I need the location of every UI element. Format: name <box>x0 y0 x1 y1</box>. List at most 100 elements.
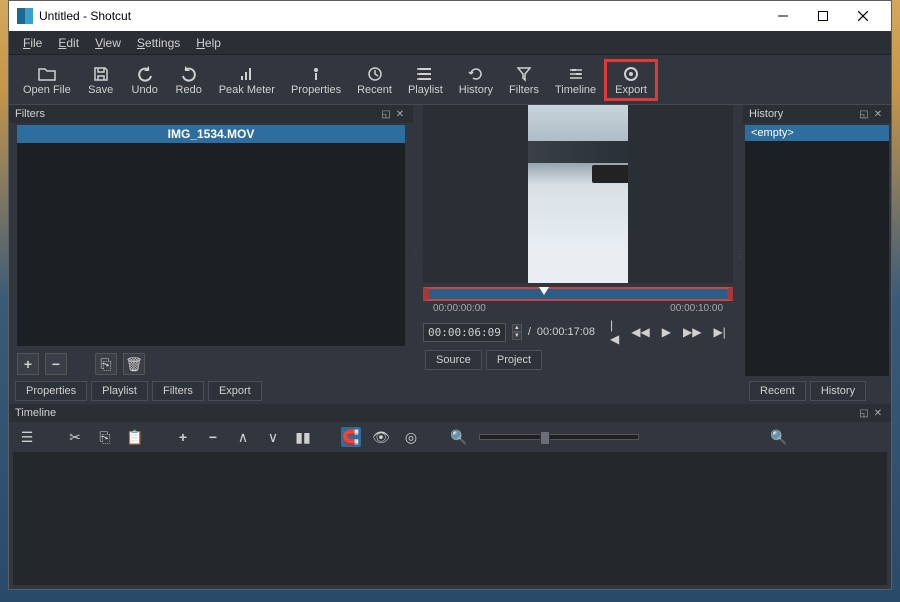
peak-meter-icon <box>239 64 255 84</box>
menu-settings[interactable]: Settings <box>129 36 188 50</box>
window-title: Untitled - Shotcut <box>39 9 131 23</box>
recent-label: Recent <box>357 84 392 96</box>
history-button[interactable]: History <box>451 62 501 98</box>
zoom-slider[interactable] <box>479 434 639 440</box>
overwrite-icon[interactable]: ∨ <box>263 427 283 447</box>
playlist-button[interactable]: Playlist <box>400 62 451 98</box>
timeline-panel: Timeline ◱ ✕ ☰ ✂ ⎘ 📋 + − ∧ ∨ ▮▮ 🧲 👁 ◎ 🔍 … <box>9 404 891 589</box>
history-tabs: Recent History <box>743 378 891 404</box>
undo-button[interactable]: Undo <box>123 62 167 98</box>
filters-button[interactable]: Filters <box>501 62 547 98</box>
skip-start-button[interactable]: |◀ <box>607 318 622 346</box>
rewind-button[interactable]: ◀◀ <box>628 325 652 339</box>
append-icon[interactable]: + <box>173 427 193 447</box>
playlist-icon <box>417 64 433 84</box>
tab-recent[interactable]: Recent <box>749 381 806 401</box>
panel-detach-icon[interactable]: ◱ <box>857 406 871 420</box>
menu-edit[interactable]: Edit <box>50 36 87 50</box>
peak-meter-button[interactable]: Peak Meter <box>211 62 283 98</box>
save-label: Save <box>88 84 113 96</box>
history-list[interactable]: <empty> <box>745 125 889 376</box>
ripple-icon[interactable]: ◎ <box>401 427 421 447</box>
history-item[interactable]: <empty> <box>745 125 889 141</box>
filters-icon <box>516 64 532 84</box>
save-icon <box>93 64 109 84</box>
scrub-labels: 00:00:00:00 00:00:10:00 <box>423 301 733 316</box>
menu-file[interactable]: File <box>15 36 50 50</box>
maximize-button[interactable] <box>803 4 843 28</box>
menu-view[interactable]: View <box>87 36 129 50</box>
scrub-preview-icon[interactable]: 👁 <box>371 427 391 447</box>
duration: 00:00:17:08 <box>537 326 595 338</box>
filters-label: Filters <box>509 84 539 96</box>
scrub-area: 00:00:00:00 00:00:10:00 <box>419 283 737 317</box>
tab-history[interactable]: History <box>810 381 866 401</box>
fast-forward-button[interactable]: ▶▶ <box>680 325 704 339</box>
copy-icon[interactable]: ⎘ <box>95 427 115 447</box>
tab-properties[interactable]: Properties <box>15 381 87 401</box>
play-button[interactable]: ▶ <box>659 325 674 339</box>
playhead-icon[interactable] <box>539 287 549 295</box>
tab-filters[interactable]: Filters <box>152 381 204 401</box>
filters-panel: Filters ◱ ✕ IMG_1534.MOV + − ⎘ 🗑 Propert… <box>9 105 413 404</box>
app-icon <box>17 8 33 24</box>
app-window: Untitled - Shotcut FileEditViewSettingsH… <box>8 0 892 590</box>
split-icon[interactable]: ▮▮ <box>293 427 313 447</box>
remove-icon[interactable]: − <box>203 427 223 447</box>
panel-close-icon[interactable]: ✕ <box>871 406 885 420</box>
zoom-in-icon[interactable]: 🔍 <box>769 427 789 447</box>
copy-filter-button[interactable]: ⎘ <box>95 353 117 375</box>
timeline-tracks[interactable] <box>13 452 887 585</box>
panel-close-icon[interactable]: ✕ <box>393 107 407 121</box>
close-button[interactable] <box>843 4 883 28</box>
paste-icon[interactable]: 📋 <box>125 427 145 447</box>
zoom-out-icon[interactable]: 🔍 <box>449 427 469 447</box>
recent-button[interactable]: Recent <box>349 62 400 98</box>
timeline-title: Timeline <box>15 407 56 419</box>
timecode-stepper[interactable]: ▲▼ <box>512 324 522 340</box>
tab-project[interactable]: Project <box>486 350 542 370</box>
open-file-button[interactable]: Open File <box>15 62 79 98</box>
tab-playlist[interactable]: Playlist <box>91 381 148 401</box>
save-button[interactable]: Save <box>79 62 123 98</box>
undo-icon <box>137 64 153 84</box>
filters-header: Filters ◱ ✕ <box>9 105 413 123</box>
properties-label: Properties <box>291 84 341 96</box>
properties-icon <box>308 64 324 84</box>
snap-icon[interactable]: 🧲 <box>341 427 361 447</box>
panel-detach-icon[interactable]: ◱ <box>857 107 871 121</box>
filter-item[interactable]: IMG_1534.MOV <box>17 125 405 143</box>
current-time[interactable]: 00:00:06:09 <box>423 323 506 342</box>
history-title: History <box>749 108 783 120</box>
cut-icon[interactable]: ✂ <box>65 427 85 447</box>
toolbar: Open File Save UndoRedoPeak Meter Propertie… <box>9 55 891 105</box>
menu-icon[interactable]: ☰ <box>17 427 37 447</box>
zoom-handle[interactable] <box>540 431 550 445</box>
export-button[interactable]: Export <box>604 59 658 101</box>
add-filter-button[interactable]: + <box>17 353 39 375</box>
tab-export[interactable]: Export <box>208 381 262 401</box>
paste-filter-button[interactable]: 🗑 <box>123 353 145 375</box>
redo-icon <box>181 64 197 84</box>
filters-list[interactable]: IMG_1534.MOV <box>17 125 405 346</box>
skip-end-button[interactable]: ▶| <box>710 325 728 339</box>
main-area: Filters ◱ ✕ IMG_1534.MOV + − ⎘ 🗑 Propert… <box>9 105 891 404</box>
properties-button[interactable]: Properties <box>283 62 349 98</box>
menu-help[interactable]: Help <box>188 36 229 50</box>
scrub-end: 00:00:10:00 <box>670 303 723 314</box>
timeline-button[interactable]: Timeline <box>547 62 604 98</box>
left-tabs: PropertiesPlaylistFiltersExport <box>9 378 413 404</box>
panel-detach-icon[interactable]: ◱ <box>379 107 393 121</box>
preview-tabs: Source Project <box>419 347 737 373</box>
transport-bar: 00:00:06:09 ▲▼ / 00:00:17:08 |◀ ◀◀ ▶ ▶▶ … <box>419 317 737 347</box>
preview-canvas[interactable] <box>423 105 733 283</box>
minimize-button[interactable] <box>763 4 803 28</box>
scrub-bar[interactable] <box>423 287 733 301</box>
lift-icon[interactable]: ∧ <box>233 427 253 447</box>
tab-source[interactable]: Source <box>425 350 482 370</box>
redo-button[interactable]: Redo <box>167 62 211 98</box>
panel-close-icon[interactable]: ✕ <box>871 107 885 121</box>
remove-filter-button[interactable]: − <box>45 353 67 375</box>
open-file-label: Open File <box>23 84 71 96</box>
history-label: History <box>459 84 493 96</box>
